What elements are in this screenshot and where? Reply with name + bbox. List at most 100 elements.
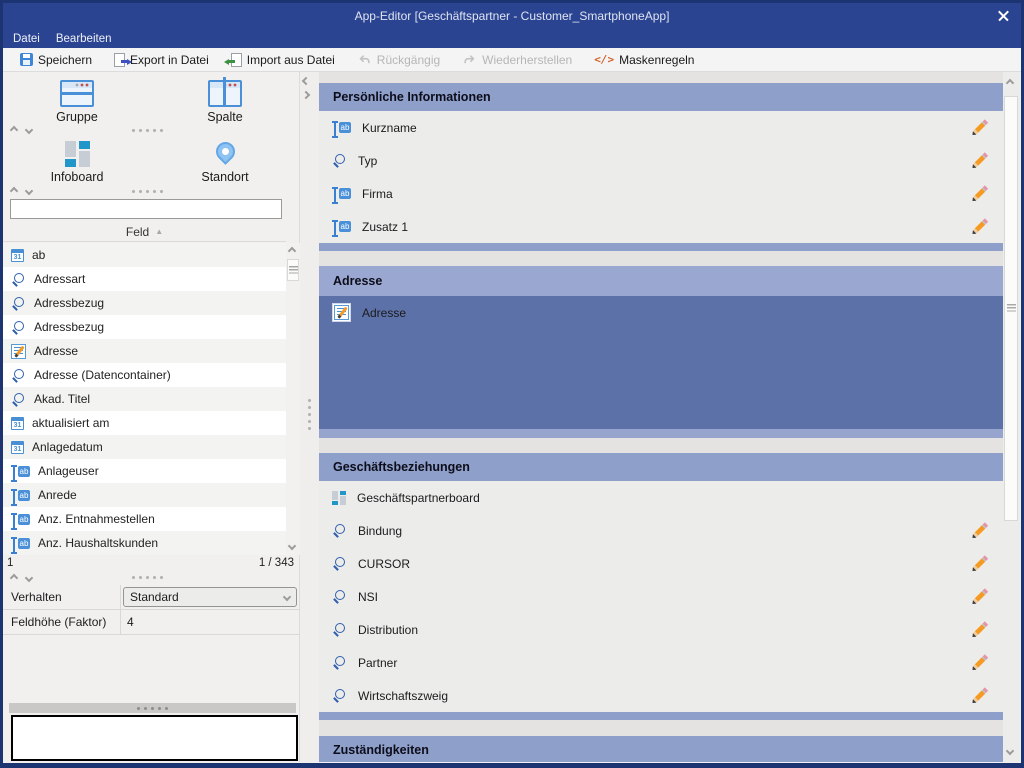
field-label: Akad. Titel — [34, 392, 90, 406]
layout-item[interactable]: NSI — [319, 580, 1003, 613]
palette-item-gruppe[interactable]: Gruppe — [3, 76, 151, 124]
export-button[interactable]: Export in Datei — [103, 49, 220, 71]
field-list-item[interactable]: ab — [3, 243, 286, 267]
section-header[interactable]: Geschäftsbeziehungen — [319, 453, 1003, 481]
field-list-item[interactable]: Anz. Entnahmestellen — [3, 507, 286, 531]
verhalten-dropdown[interactable]: Standard — [123, 587, 297, 607]
field-list-item[interactable]: Anz. Haushaltskunden — [3, 531, 286, 555]
lookup-field-icon — [11, 392, 26, 407]
window-title: App-Editor [Geschäftspartner - Customer_… — [355, 9, 670, 23]
edit-pencil-icon[interactable] — [969, 118, 989, 138]
lookup-field-icon — [332, 688, 347, 703]
field-list-item[interactable]: Adresse (Datencontainer) — [3, 363, 286, 387]
palette-item-infoboard[interactable]: Infoboard — [3, 136, 151, 184]
field-list-scrollbar[interactable] — [286, 243, 300, 555]
palette-item-spalte[interactable]: Spalte — [151, 76, 299, 124]
palette-item-standort[interactable]: Standort — [151, 136, 299, 184]
scroll-down-icon[interactable] — [288, 542, 296, 550]
item-label: NSI — [358, 590, 958, 604]
collapse-down-icon[interactable] — [25, 187, 33, 195]
layout-item[interactable]: Distribution — [319, 613, 1003, 646]
field-list-status: 1 1 / 343 — [3, 555, 300, 572]
drag-handle-icon[interactable] — [130, 189, 166, 194]
scroll-up-icon[interactable] — [1006, 79, 1014, 87]
collapse-up-icon[interactable] — [10, 126, 18, 134]
scrollbar-thumb[interactable] — [1004, 96, 1018, 521]
text-field-icon — [11, 489, 30, 502]
preview-box[interactable] — [11, 715, 298, 761]
edit-pencil-icon[interactable] — [969, 184, 989, 204]
section-header[interactable]: Zuständigkeiten — [319, 736, 1003, 762]
toolbar: Speichern Export in Datei Import aus Dat… — [3, 48, 1021, 72]
edit-pencil-icon[interactable] — [969, 554, 989, 574]
layout-item[interactable]: Bindung — [319, 514, 1003, 547]
page-right-icon[interactable] — [302, 91, 310, 99]
menu-item-datei[interactable]: Datei — [13, 33, 40, 45]
field-list-item[interactable]: Adressbezug — [3, 315, 286, 339]
panel-splitter[interactable] — [300, 72, 319, 762]
field-list-item[interactable]: Anlagedatum — [3, 435, 286, 459]
field-list-item[interactable]: Akad. Titel — [3, 387, 286, 411]
edit-pencil-icon[interactable] — [969, 151, 989, 171]
edit-pencil-icon[interactable] — [969, 521, 989, 541]
palette-splitter[interactable] — [3, 185, 299, 197]
field-label: Adresse (Datencontainer) — [34, 368, 171, 382]
field-search-input[interactable] — [10, 199, 282, 219]
layout-item[interactable]: Firma — [319, 177, 1003, 210]
edit-pencil-icon[interactable] — [969, 653, 989, 673]
layout-item[interactable]: Partner — [319, 646, 1003, 679]
scroll-up-icon[interactable] — [288, 247, 296, 255]
collapse-up-icon[interactable] — [10, 574, 18, 582]
collapse-down-icon[interactable] — [25, 126, 33, 134]
palette-splitter[interactable] — [3, 124, 299, 136]
layout-item[interactable]: Wirtschaftszweig — [319, 679, 1003, 712]
scroll-down-icon[interactable] — [1006, 747, 1014, 755]
property-value[interactable]: 4 — [121, 615, 300, 629]
save-button[interactable]: Speichern — [9, 49, 103, 71]
edit-pencil-icon[interactable] — [969, 217, 989, 237]
canvas-scrollbar[interactable] — [1003, 72, 1020, 762]
item-label: Wirtschaftszweig — [358, 689, 958, 703]
list-properties-splitter[interactable] — [3, 572, 300, 584]
drag-handle-icon[interactable] — [130, 575, 166, 580]
scrollbar-thumb[interactable] — [287, 259, 299, 281]
text-field-icon — [11, 513, 30, 526]
page-left-icon[interactable] — [302, 77, 310, 85]
import-button[interactable]: Import aus Datei — [220, 49, 346, 71]
undo-button: Rückgängig — [346, 49, 451, 71]
lookup-field-icon — [11, 296, 26, 311]
field-column-header[interactable]: Feld ▲ — [3, 222, 286, 242]
menu-item-bearbeiten[interactable]: Bearbeiten — [56, 33, 112, 45]
drag-handle-icon[interactable] — [130, 128, 166, 133]
edit-pencil-icon[interactable] — [969, 686, 989, 706]
collapse-up-icon[interactable] — [10, 187, 18, 195]
layout-item[interactable]: Geschäftspartnerboard — [319, 481, 1003, 514]
edit-pencil-icon[interactable] — [969, 620, 989, 640]
field-list-item[interactable]: Adressbezug — [3, 291, 286, 315]
lookup-field-icon — [332, 153, 347, 168]
field-list-item[interactable]: Anrede — [3, 483, 286, 507]
section-body: Geschäftspartnerboard Bindung CURSOR NSI… — [319, 481, 1003, 712]
import-icon — [231, 53, 242, 67]
section-header[interactable]: Persönliche Informationen — [319, 83, 1003, 111]
layout-item[interactable]: Adresse — [319, 296, 1003, 329]
item-label: Firma — [362, 187, 958, 201]
mask-rules-button[interactable]: </> Maskenregeln — [583, 49, 705, 71]
column-widget-icon — [208, 80, 242, 107]
section-header[interactable]: Adresse — [319, 266, 1003, 296]
app-layout-canvas: Persönliche Informationen Kurzname Typ F… — [319, 72, 1003, 762]
field-list-item[interactable]: aktualisiert am — [3, 411, 286, 435]
drag-handle-icon[interactable] — [307, 397, 312, 433]
app-window: App-Editor [Geschäftspartner - Customer_… — [0, 0, 1024, 768]
layout-item[interactable]: Typ — [319, 144, 1003, 177]
collapse-down-icon[interactable] — [25, 574, 33, 582]
close-icon[interactable] — [995, 7, 1013, 25]
field-list-item[interactable]: Adressart — [3, 267, 286, 291]
layout-item[interactable]: CURSOR — [319, 547, 1003, 580]
field-list-item[interactable]: Adresse — [3, 339, 286, 363]
edit-pencil-icon[interactable] — [969, 587, 989, 607]
bottom-splitter[interactable] — [9, 703, 296, 713]
layout-item[interactable]: Kurzname — [319, 111, 1003, 144]
field-list-item[interactable]: Anlageuser — [3, 459, 286, 483]
layout-item[interactable]: Zusatz 1 — [319, 210, 1003, 243]
